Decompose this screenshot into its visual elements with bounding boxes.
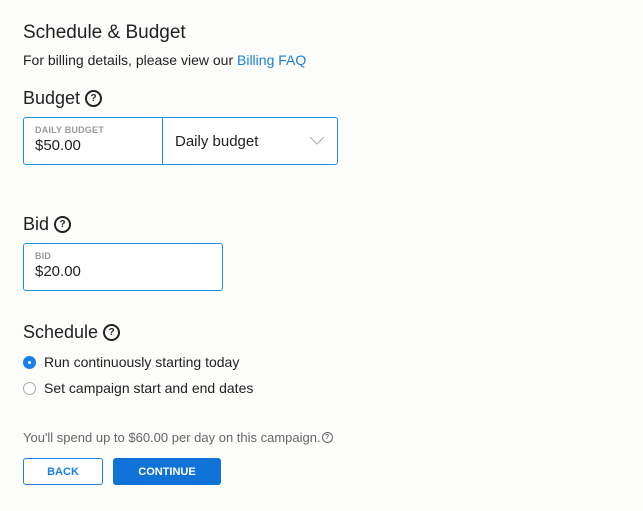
help-icon[interactable]: ? — [85, 90, 103, 107]
radio-set-dates[interactable]: Set campaign start and end dates — [23, 380, 253, 396]
help-icon[interactable]: ? — [103, 324, 121, 341]
billing-text: For billing details, please view our Bil… — [23, 52, 307, 68]
chevron-down-icon — [309, 136, 325, 145]
bid-heading: Bid? — [23, 214, 72, 235]
radio-run-continuously[interactable]: Run continuously starting today — [23, 354, 239, 370]
radio-selected-icon[interactable] — [23, 355, 36, 369]
budget-heading: Budget? — [23, 88, 103, 109]
budget-type-select[interactable]: Daily budget — [162, 117, 338, 165]
bid-input[interactable]: BID $20.00 — [23, 243, 223, 291]
radio-unselected-icon[interactable] — [23, 381, 36, 395]
page-title: Schedule & Budget — [23, 22, 186, 43]
continue-button[interactable]: CONTINUE — [113, 458, 221, 485]
help-icon[interactable]: ? — [54, 216, 72, 233]
back-button[interactable]: BACK — [23, 458, 103, 485]
help-icon[interactable]: ? — [321, 432, 333, 443]
daily-budget-input[interactable]: DAILY BUDGET $50.00 — [23, 117, 163, 165]
schedule-heading: Schedule? — [23, 322, 121, 343]
billing-faq-link[interactable]: Billing FAQ — [237, 52, 306, 68]
spend-summary: You'll spend up to $60.00 per day on thi… — [23, 430, 333, 445]
